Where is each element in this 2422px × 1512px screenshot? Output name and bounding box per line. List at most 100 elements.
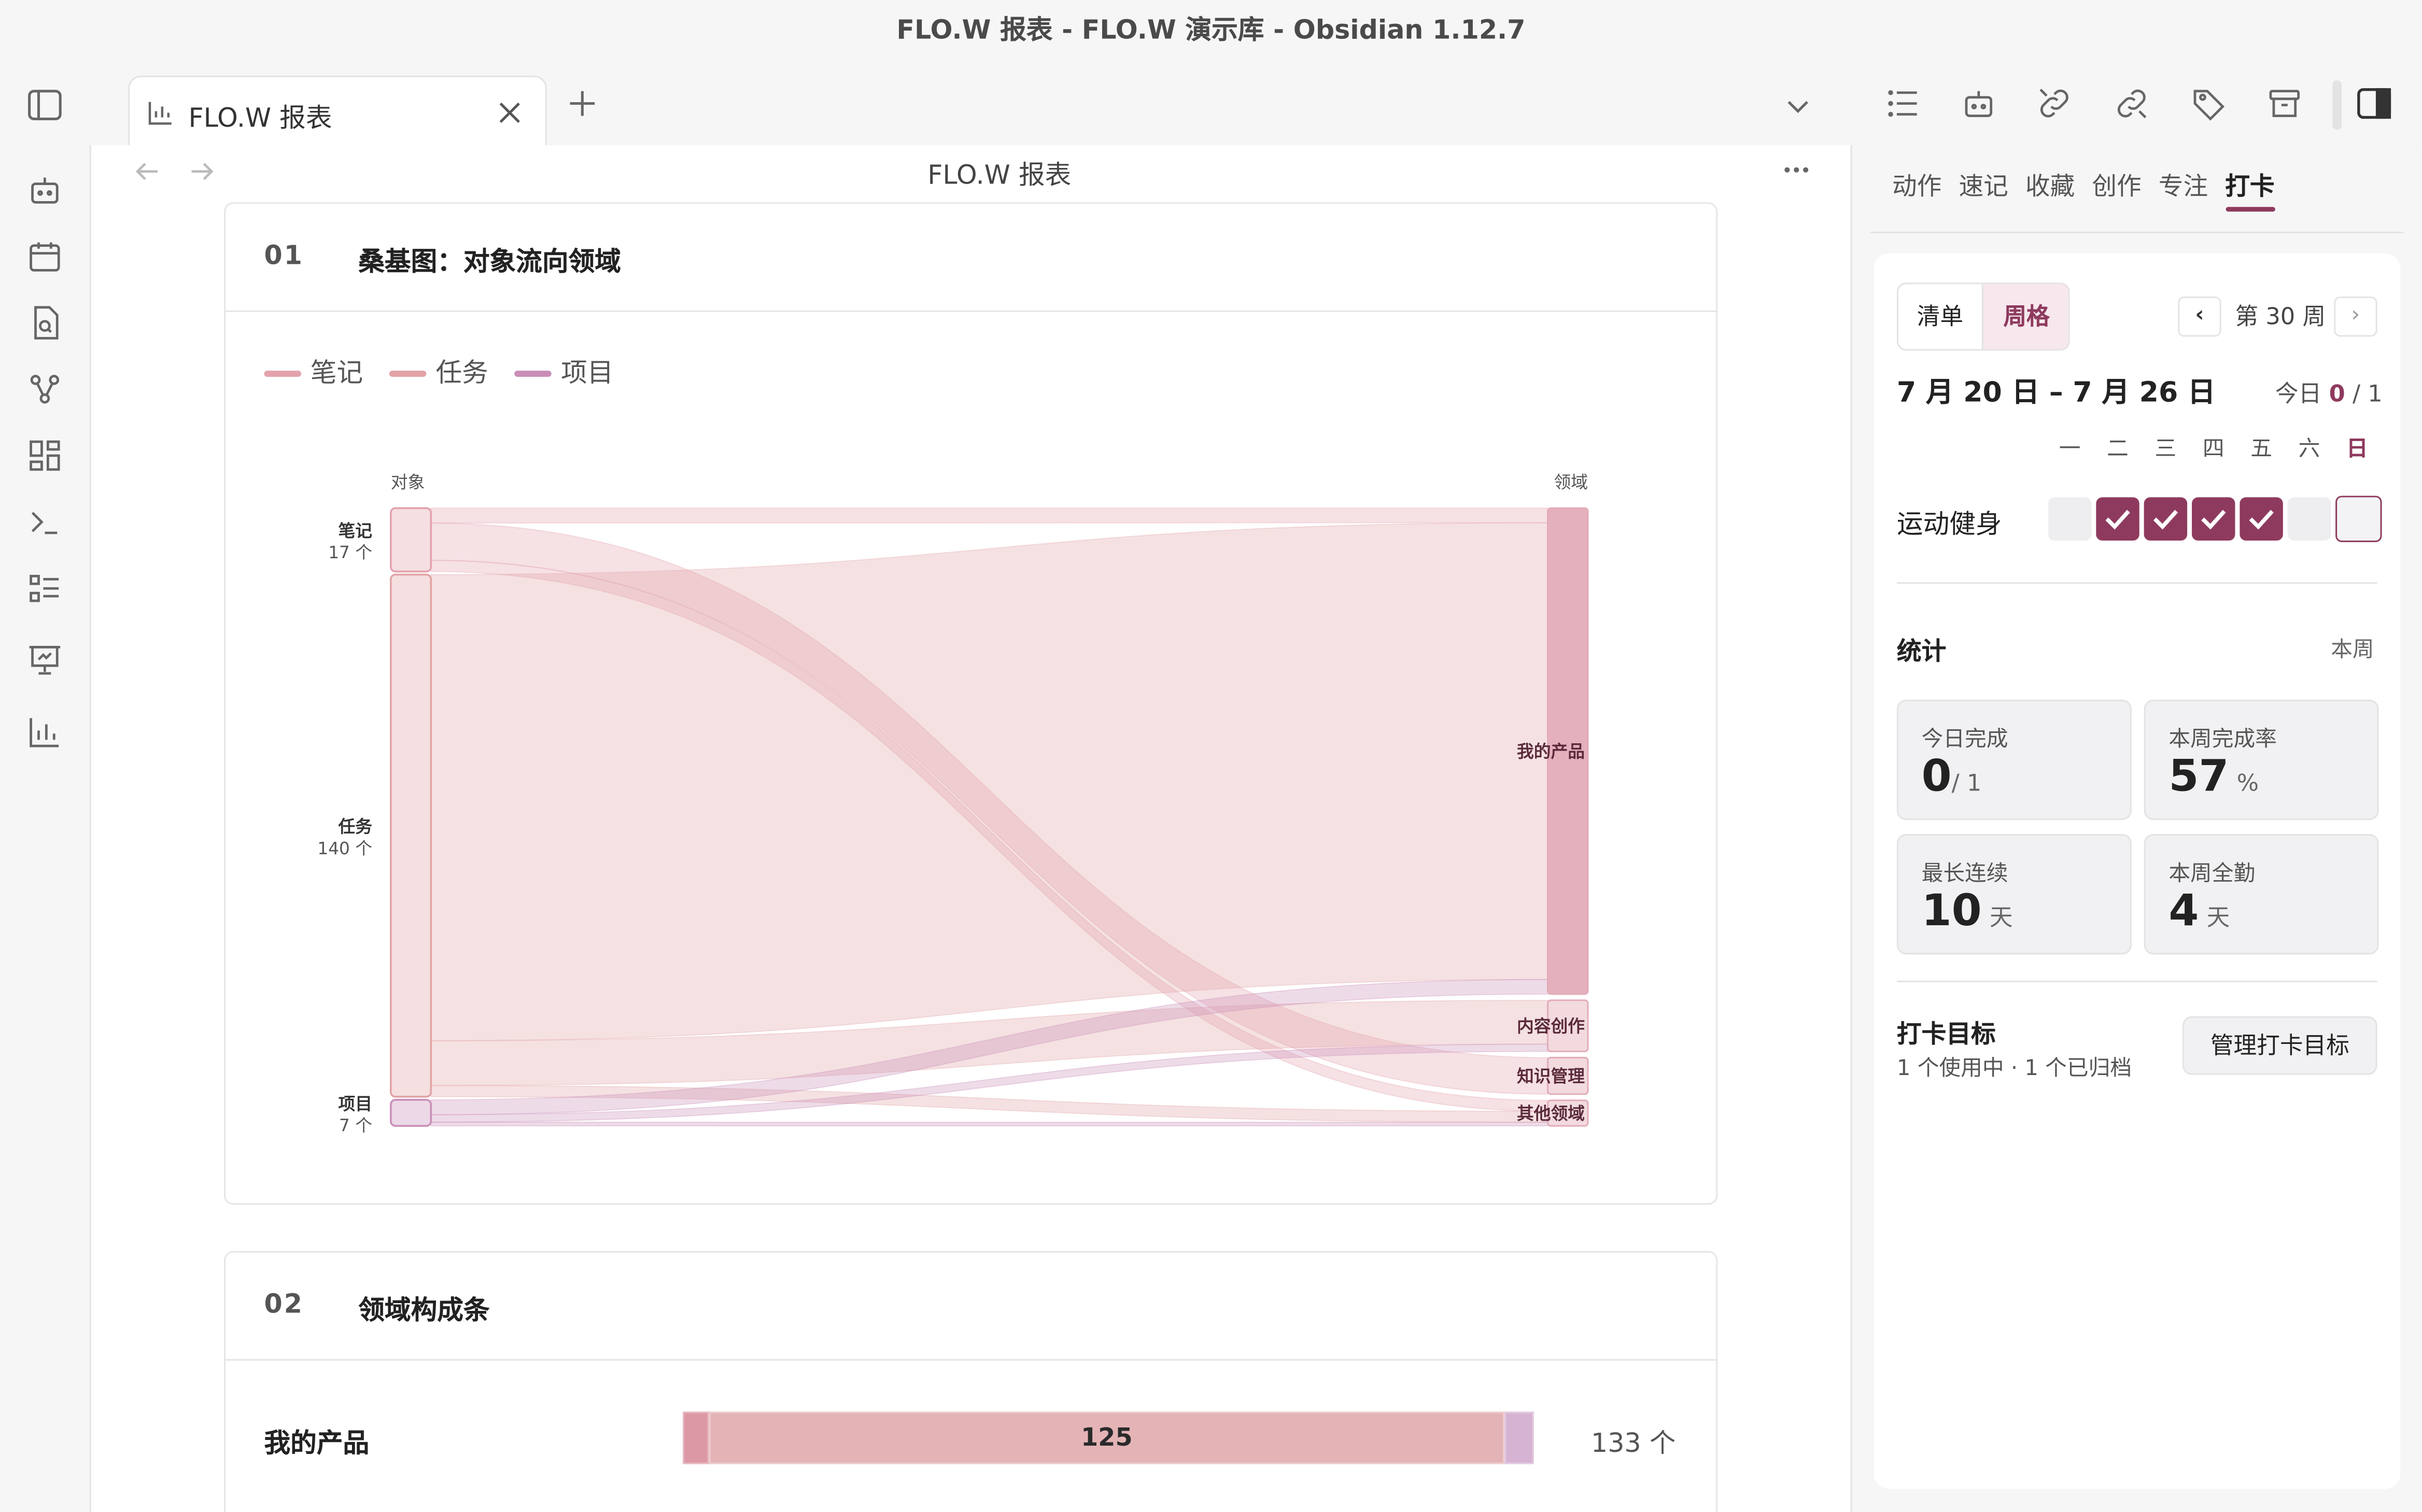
bar-segment-projects [1504,1411,1534,1464]
tab-actions[interactable]: 动作 [1892,172,1941,201]
graph-icon[interactable] [26,371,64,408]
sankey-link [430,522,1548,1041]
stat-value: 4 天 [2168,885,2230,936]
checkin-card: 清单 周格 ‹ 第 30 周 › 7 月 20 日 – 7 月 26 日 今日 … [1874,253,2401,1489]
sankey-target-label: 其他领域 [1517,1104,1585,1123]
section-sankey: 01 桑基图：对象流向领域 笔记 任务 项目 笔记 17 个任务 140 个项目 7 … [224,202,1718,1205]
sankey-source-label: 笔记 [339,521,373,541]
sankey-link [430,507,1548,524]
bar-segment-tasks: 125 [709,1411,1505,1464]
grid-view-button[interactable]: 周格 [1981,284,2068,349]
tab-creation[interactable]: 创作 [2092,172,2141,201]
tab-quick-notes[interactable]: 速记 [1959,172,2008,201]
stat-week-rate: 本周完成率 57 % [2144,699,2379,821]
weekday-label-today: 日 [2346,437,2368,462]
habit-cell-done[interactable] [2192,497,2235,541]
sankey-target-label: 内容创作 [1517,1016,1585,1036]
weekday-header: 一 二 三 四 五 六 日 [2048,432,2379,463]
habit-cell-done[interactable] [2240,497,2283,541]
habit-cells [2048,496,2382,542]
weekday-label: 五 [2250,437,2272,462]
sankey-source-node [390,507,432,573]
tab-favorites[interactable]: 收藏 [2025,172,2075,201]
dashboard-icon[interactable] [26,437,64,474]
tab-checkin[interactable]: 打卡 [2225,172,2274,201]
right-sidebar-toggle-icon[interactable] [2356,85,2393,122]
terminal-icon[interactable] [26,503,64,541]
new-tab-icon[interactable] [567,88,598,119]
stat-label: 本周全勤 [2168,861,2256,887]
next-week-button[interactable]: › [2334,296,2377,337]
prev-week-button[interactable]: ‹ [2178,296,2221,337]
sankey-source-count: 140 个 [317,839,372,858]
stat-label: 本周完成率 [2168,727,2277,753]
bot-icon[interactable] [26,172,64,209]
panel-divider [2332,80,2342,130]
sankey-source-label: 项目 [339,1094,373,1114]
stat-label: 最长连续 [1921,861,2008,887]
sankey-source-node [390,1098,432,1127]
sankey-source-label: 任务 [339,817,373,837]
list-check-icon[interactable] [26,570,64,607]
sankey-link [430,1122,1548,1127]
chart-icon [147,99,175,127]
sankey-right-header: 领域 [1554,473,1588,492]
tab-focus[interactable]: 专注 [2159,172,2208,201]
note-view: FLO.W 报表 01 桑基图：对象流向领域 笔记 任务 项目 笔记 17 个任务… [91,145,1851,1512]
calendar-icon[interactable] [26,238,64,275]
manage-goals-button[interactable]: 管理打卡目标 [2182,1016,2377,1075]
weekday-label: 六 [2298,437,2320,462]
sankey-target-label: 知识管理 [1517,1067,1585,1086]
weekday-label: 四 [2202,437,2224,462]
stats-scope: 本周 [2331,638,2374,663]
view-toggle: 清单 周格 [1896,282,2070,351]
week-label: 第 30 周 [2235,302,2326,331]
habit-cell-done[interactable] [2144,497,2188,541]
outline-icon[interactable] [1884,85,1922,122]
today-progress: 今日 0 / 1 [2275,379,2383,408]
goals-title: 打卡目标 [1896,1019,1996,1049]
goals-subtitle: 1 个使用中 · 1 个已归档 [1896,1056,2132,1081]
section-domain-bar: 02 领域构成条 我的产品 125 133 个 [224,1251,1718,1512]
divider [1896,981,2377,983]
habit-cell-today[interactable] [2335,496,2382,542]
sidebar-toggle-icon[interactable] [26,87,64,124]
list-view-button[interactable]: 清单 [1898,284,1982,349]
file-search-icon[interactable] [26,304,64,342]
divider [226,1359,1716,1361]
stat-longest-streak: 最长连续 10 天 [1896,833,2132,955]
habit-cell-done[interactable] [2096,497,2139,541]
tag-icon[interactable] [2190,85,2228,122]
bar-row-label: 我的产品 [264,1429,370,1460]
bar-chart-icon[interactable] [26,714,64,751]
active-tab-indicator [2226,207,2275,212]
tab-strip: FLO.W 报表 [0,68,2422,149]
bot-icon[interactable] [1960,85,1997,122]
backlink-icon[interactable] [2036,85,2073,122]
panel-tabs: 动作 速记 收藏 创作 专注 打卡 [1892,165,2275,203]
more-options-icon[interactable] [1781,154,1812,186]
weekday-label: 二 [2107,437,2129,462]
divider [1870,231,2404,233]
date-range: 7 月 20 日 – 7 月 26 日 [1896,377,2216,409]
tab-label: FLO.W 报表 [188,103,332,135]
section-number: 02 [264,1289,304,1321]
archive-icon[interactable] [2266,85,2303,122]
chevron-down-icon[interactable] [1784,93,1812,121]
tab-flow-report[interactable]: FLO.W 报表 [128,75,547,149]
sankey-target-label: 我的产品 [1517,742,1585,761]
note-title: FLO.W 报表 [927,160,1072,192]
habit-cell-empty[interactable] [2287,497,2331,541]
bar-row-total: 133 个 [1590,1429,1676,1460]
stat-value: 10 天 [1921,885,2013,936]
outgoing-link-icon[interactable] [2113,85,2150,122]
stat-label: 今日完成 [1921,727,2008,753]
close-icon[interactable] [497,101,522,125]
habit-cell-empty[interactable] [2048,497,2092,541]
section-title: 领域构成条 [358,1295,490,1327]
divider [1896,582,2377,584]
presentation-icon[interactable] [26,641,64,679]
weekday-label: 一 [2059,437,2081,462]
domain-bar: 125 [682,1411,1534,1464]
habit-name: 运动健身 [1896,510,2002,541]
